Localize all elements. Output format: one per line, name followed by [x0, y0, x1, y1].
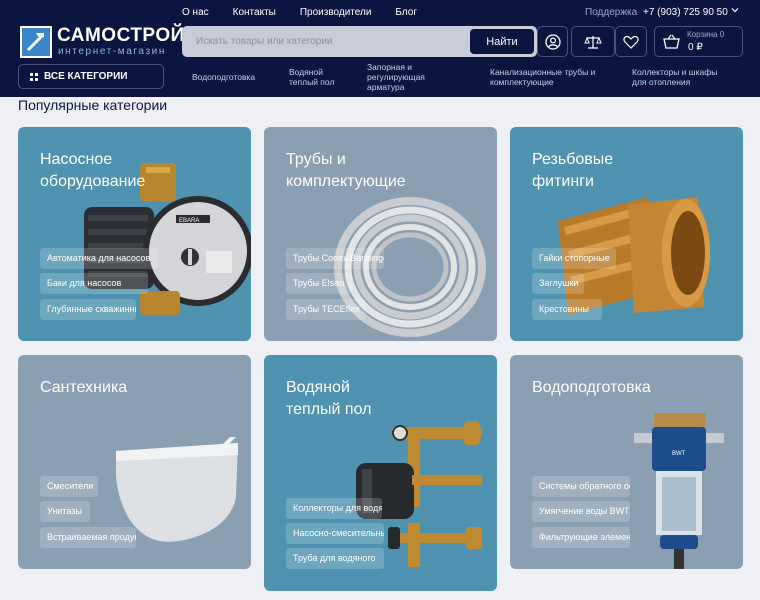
logo-subtitle: интернет-магазин	[58, 46, 166, 57]
site-logo[interactable]: САМОСТРОЙ интернет-магазин	[20, 26, 184, 58]
subcategory-link[interactable]: Баки для насосов	[40, 273, 148, 294]
heart-icon	[623, 35, 639, 49]
section-title: Популярные категории	[18, 97, 168, 113]
card-title: Сантехника	[40, 379, 128, 396]
subcategory-link[interactable]: Умягчение воды BWT	[532, 501, 630, 522]
subcategory-link[interactable]: Труба для водяного	[286, 548, 384, 569]
category-card-plumbing[interactable]: Сантехника Смесители Унитазы Встраиваема…	[18, 355, 251, 569]
favorites-button[interactable]	[615, 26, 647, 57]
catnav-valves[interactable]: Запорная и регулирующая арматура	[367, 62, 447, 92]
search-bar: Найти	[182, 26, 537, 57]
card-title: Резьбовые фитинги	[532, 151, 614, 190]
catnav-collectors[interactable]: Коллекторы и шкафы для отопления	[632, 67, 724, 87]
search-button[interactable]: Найти	[470, 29, 534, 54]
chevron-down-icon[interactable]	[731, 6, 739, 16]
card-title: Насосное оборудование	[40, 151, 146, 190]
subcategory-link[interactable]: Встраиваемая продукция	[40, 527, 136, 548]
compare-button[interactable]	[571, 26, 615, 57]
card-title: Водяной теплый пол	[286, 379, 372, 418]
all-categories-label: ВСЕ КАТЕГОРИИ	[44, 71, 128, 82]
all-categories-button[interactable]: ВСЕ КАТЕГОРИИ	[18, 64, 164, 89]
site-header: САМОСТРОЙ интернет-магазин О нас Контакт…	[0, 0, 760, 97]
subcategory-link[interactable]: Насосно-смесительные	[286, 523, 384, 544]
catnav-floor-heating[interactable]: Водяной теплый пол	[289, 67, 349, 87]
category-card-fittings[interactable]: Резьбовые фитинги Гайки стопорные Заглуш…	[510, 127, 743, 341]
subcategory-link[interactable]: Заглушки	[532, 273, 584, 294]
account-button[interactable]	[537, 26, 568, 57]
subcategory-link[interactable]: Глубинные скважинные	[40, 299, 136, 320]
subcategory-link[interactable]: Трубы TECEflex	[286, 299, 366, 320]
subcategory-link[interactable]: Автоматика для насосов	[40, 248, 158, 269]
category-card-water-treatment[interactable]: Водоподготовка BWT Системы обратного осм…	[510, 355, 743, 569]
catnav-sewer-pipes[interactable]: Канализационные трубы и комплектующие	[490, 67, 608, 87]
subcategory-link[interactable]: Системы обратного осмоса	[532, 476, 630, 497]
water-filter-image: BWT	[634, 413, 724, 569]
basket-icon	[663, 34, 680, 49]
search-input[interactable]	[182, 26, 467, 57]
subcategory-link[interactable]: Трубы Conex Bänninger	[286, 248, 384, 269]
catnav-water-treatment[interactable]: Водоподготовка	[192, 72, 272, 82]
nav-about[interactable]: О нас	[182, 7, 209, 19]
subcategory-link[interactable]: Крестовины	[532, 299, 602, 320]
scales-icon	[584, 35, 602, 49]
category-card-pipes[interactable]: Трубы и комплектующие Трубы Conex Bännin…	[264, 127, 497, 341]
subcategory-link[interactable]: Гайки стопорные	[532, 248, 616, 269]
support-link[interactable]: Поддержка	[585, 7, 637, 19]
nav-contacts[interactable]: Контакты	[233, 7, 276, 19]
category-card-pumps[interactable]: Насосное оборудование EBARA Автоматика д…	[18, 127, 251, 341]
logo-title: САМОСТРОЙ	[57, 25, 185, 46]
cart-button[interactable]: Корзина 0 0 ₽	[654, 26, 743, 57]
cart-label: Корзина 0	[687, 30, 725, 39]
pump-brand: EBARA	[179, 218, 199, 224]
user-icon	[544, 33, 561, 50]
card-title: Трубы и комплектующие	[286, 151, 406, 190]
subcategory-link[interactable]: Смесители	[40, 476, 98, 497]
subcategory-link[interactable]: Фильтрующие элементы	[532, 527, 630, 548]
card-title: Водоподготовка	[532, 379, 651, 396]
category-card-floor-heating[interactable]: Водяной теплый пол Коллекторы для водяно…	[264, 355, 497, 591]
phone-number[interactable]: +7 (903) 725 90 50	[643, 7, 728, 19]
cart-sum: 0 ₽	[688, 42, 703, 53]
subcategory-link[interactable]: Коллекторы для водяного	[286, 498, 382, 519]
nav-blog[interactable]: Блог	[395, 7, 417, 19]
filter-brand: BWT	[672, 451, 686, 457]
subcategory-link[interactable]: Унитазы	[40, 501, 90, 522]
grid-icon	[30, 72, 38, 81]
subcategory-link[interactable]: Трубы Elsen	[286, 273, 352, 294]
top-nav: О нас Контакты Производители Блог	[182, 7, 441, 19]
nav-manufacturers[interactable]: Производители	[300, 7, 372, 19]
hammer-icon	[20, 26, 52, 58]
